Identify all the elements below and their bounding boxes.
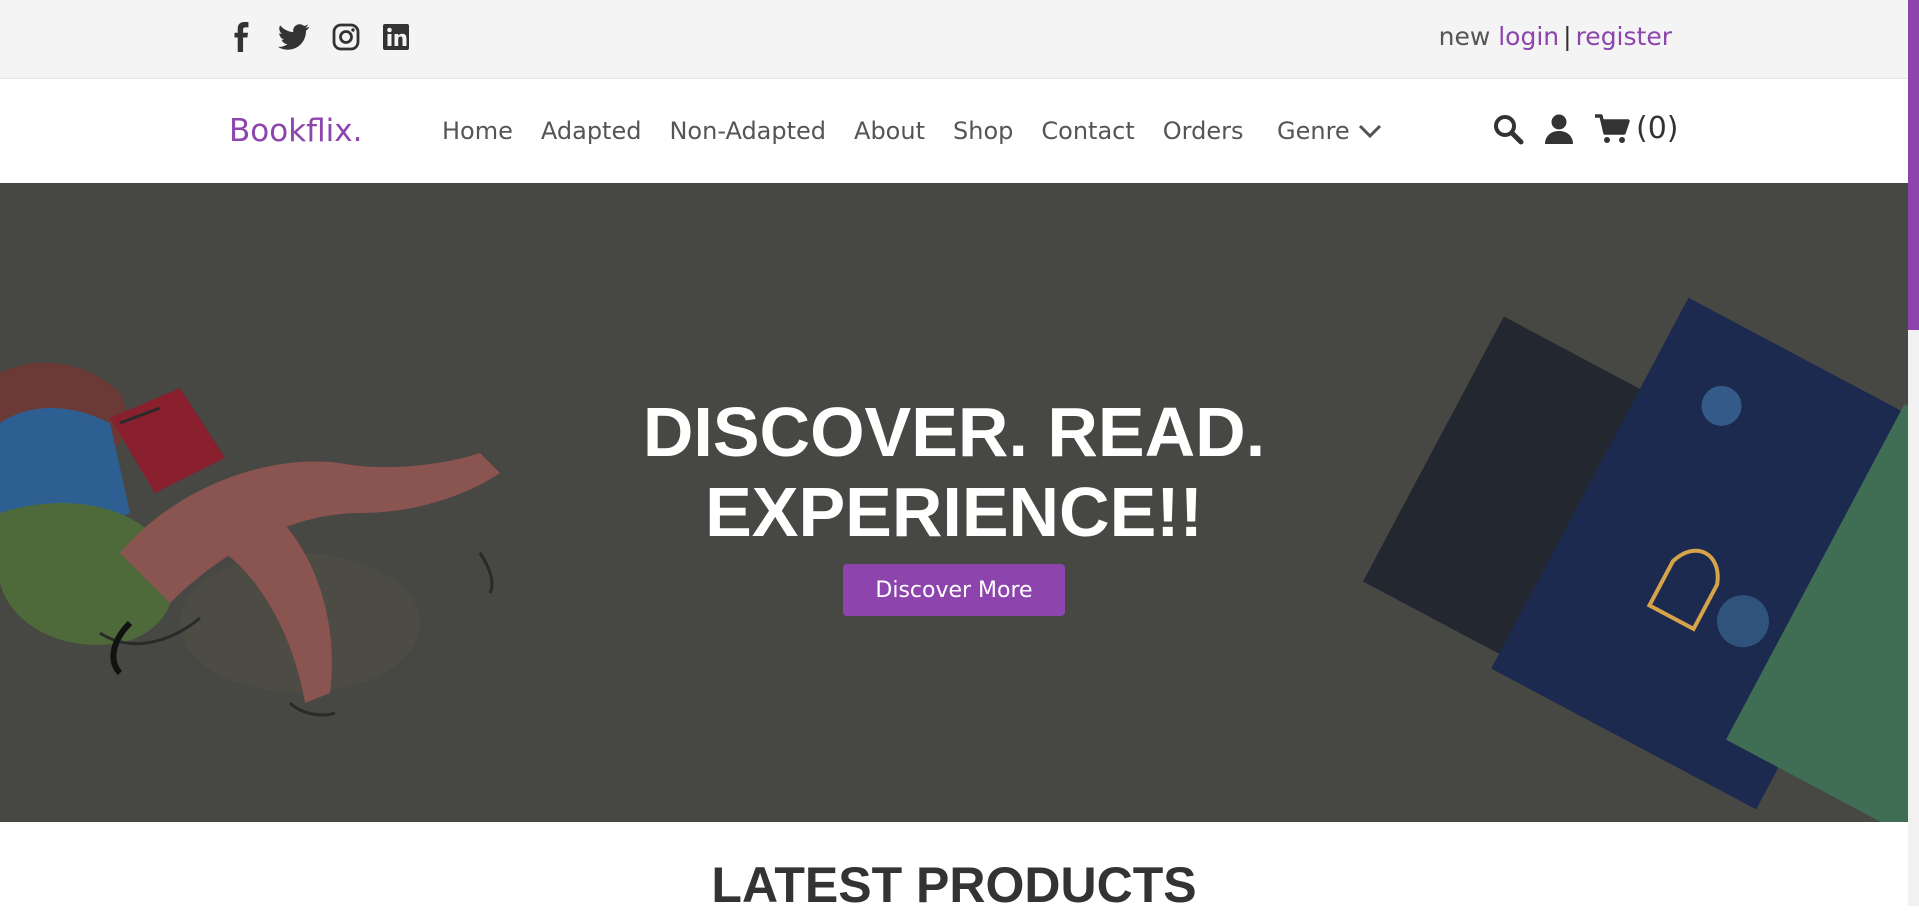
search-icon[interactable] bbox=[1492, 113, 1524, 145]
scrollbar-thumb[interactable] bbox=[1908, 0, 1919, 330]
main-navbar: Bookflix. Home Adapted Non-Adapted About… bbox=[0, 79, 1908, 183]
latest-products-heading: LATEST PRODUCTS bbox=[711, 857, 1197, 913]
nav-item-contact[interactable]: Contact bbox=[1041, 117, 1134, 145]
chevron-down-icon bbox=[1358, 124, 1381, 139]
social-links bbox=[228, 22, 410, 52]
twitter-icon[interactable] bbox=[278, 22, 310, 52]
genre-label: Genre bbox=[1277, 117, 1350, 145]
book-covers-illustration bbox=[1363, 297, 1908, 822]
login-link[interactable]: login bbox=[1498, 22, 1559, 51]
header-tools: (0) bbox=[1492, 111, 1679, 146]
nav-item-adapted[interactable]: Adapted bbox=[541, 117, 642, 145]
cart-button[interactable]: (0) bbox=[1594, 111, 1679, 146]
discover-more-button[interactable]: Discover More bbox=[843, 564, 1065, 616]
register-link[interactable]: register bbox=[1576, 22, 1672, 51]
genre-dropdown[interactable]: Genre bbox=[1277, 117, 1382, 145]
hero-headline-line1: DISCOVER. READ. bbox=[642, 393, 1266, 471]
auth-prefix: new bbox=[1438, 22, 1491, 51]
nav-item-shop[interactable]: Shop bbox=[953, 117, 1013, 145]
nav-item-about[interactable]: About bbox=[854, 117, 925, 145]
auth-separator: | bbox=[1563, 22, 1572, 51]
hero-banner: DISCOVER. READ. EXPERIENCE!! Discover Mo… bbox=[0, 183, 1908, 822]
nav-menu: Home Adapted Non-Adapted About Shop Cont… bbox=[442, 117, 1243, 145]
linkedin-icon[interactable] bbox=[382, 22, 410, 52]
nav-item-home[interactable]: Home bbox=[442, 117, 513, 145]
hero-headline-line2: EXPERIENCE!! bbox=[705, 473, 1203, 551]
nav-item-orders[interactable]: Orders bbox=[1163, 117, 1244, 145]
user-icon[interactable] bbox=[1544, 113, 1574, 145]
cart-icon bbox=[1595, 113, 1630, 143]
top-bar: new login | register bbox=[0, 0, 1908, 79]
facebook-icon[interactable] bbox=[228, 22, 256, 52]
page-scrollbar[interactable] bbox=[1908, 0, 1919, 906]
cart-count: (0) bbox=[1636, 111, 1679, 146]
auth-links: new login | register bbox=[1439, 22, 1672, 51]
hero-headline: DISCOVER. READ. EXPERIENCE!! bbox=[0, 392, 1908, 552]
page: new login | register Bookflix. Home Adapte… bbox=[0, 0, 1908, 913]
instagram-icon[interactable] bbox=[332, 22, 360, 52]
brand-logo[interactable]: Bookflix. bbox=[229, 113, 363, 149]
nav-item-non-adapted[interactable]: Non-Adapted bbox=[669, 117, 826, 145]
